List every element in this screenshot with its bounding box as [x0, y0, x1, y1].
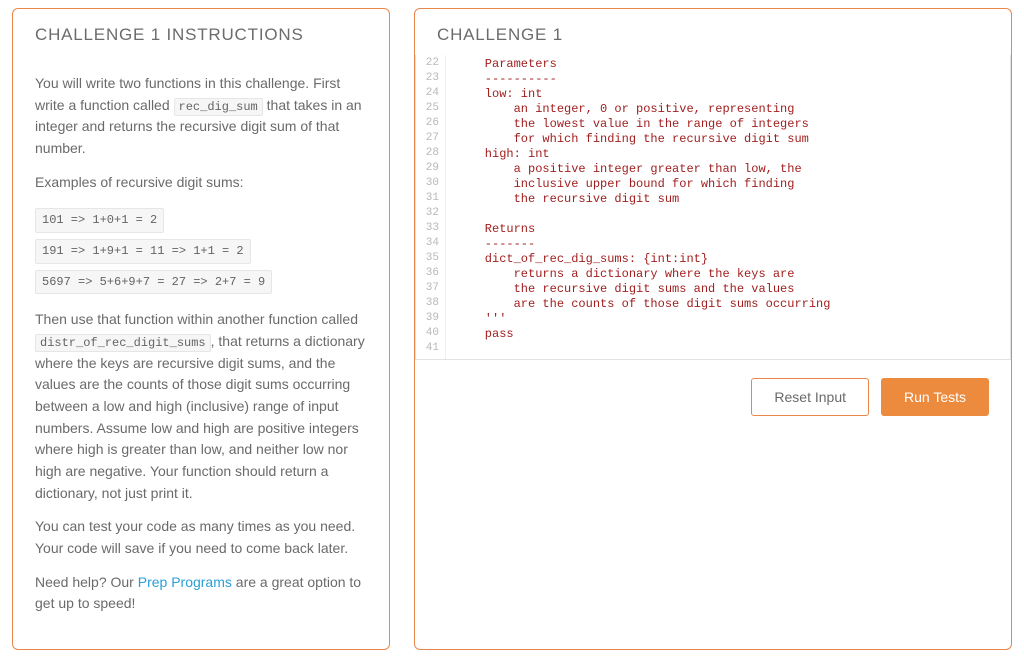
examples-block: 101 => 1+0+1 = 2 191 => 1+9+1 = 11 => 1+…	[35, 205, 367, 297]
code-line[interactable]: are the counts of those digit sums occur…	[456, 297, 1010, 312]
challenge-panel: CHALLENGE 1 2223242526272829303132333435…	[414, 8, 1012, 650]
line-number: 27	[420, 132, 439, 147]
code-line[interactable]: returns a dictionary where the keys are	[456, 267, 1010, 282]
prep-programs-link[interactable]: Prep Programs	[138, 574, 232, 590]
code-line[interactable]	[456, 342, 1010, 357]
line-number: 28	[420, 147, 439, 162]
code-line[interactable]: for which finding the recursive digit su…	[456, 132, 1010, 147]
code-line[interactable]: inclusive upper bound for which finding	[456, 177, 1010, 192]
example-line: 191 => 1+9+1 = 11 => 1+1 = 2	[35, 239, 251, 264]
line-number: 32	[420, 207, 439, 222]
line-number: 26	[420, 117, 439, 132]
inline-code-rec-dig-sum: rec_dig_sum	[174, 98, 263, 116]
line-number: 35	[420, 252, 439, 267]
line-number: 38	[420, 297, 439, 312]
code-editor[interactable]: 2223242526272829303132333435363738394041…	[416, 55, 1010, 359]
code-line[interactable]: '''	[456, 312, 1010, 327]
para2-text-b: , that returns a dictionary where the ke…	[35, 333, 365, 501]
line-number: 40	[420, 327, 439, 342]
code-line[interactable]: an integer, 0 or positive, representing	[456, 102, 1010, 117]
run-tests-button[interactable]: Run Tests	[881, 378, 989, 416]
code-line[interactable]: -------	[456, 237, 1010, 252]
code-line[interactable]: Parameters	[456, 57, 1010, 72]
line-number: 22	[420, 57, 439, 72]
line-number: 29	[420, 162, 439, 177]
line-number: 23	[420, 72, 439, 87]
code-line[interactable]: dict_of_rec_dig_sums: {int:int}	[456, 252, 1010, 267]
code-line[interactable]: pass	[456, 327, 1010, 342]
reset-input-button[interactable]: Reset Input	[751, 378, 869, 416]
line-number: 30	[420, 177, 439, 192]
instructions-title: CHALLENGE 1 INSTRUCTIONS	[13, 9, 389, 55]
line-number: 34	[420, 237, 439, 252]
examples-label: Examples of recursive digit sums:	[35, 172, 367, 194]
line-gutter: 2223242526272829303132333435363738394041	[416, 55, 446, 359]
code-line[interactable]: high: int	[456, 147, 1010, 162]
line-number: 31	[420, 192, 439, 207]
code-line[interactable]: ----------	[456, 72, 1010, 87]
para2: Then use that function within another fu…	[35, 309, 367, 504]
line-number: 39	[420, 312, 439, 327]
actions-bar: Reset Input Run Tests	[415, 360, 1011, 438]
instructions-body: You will write two functions in this cha…	[13, 55, 389, 649]
line-number: 36	[420, 267, 439, 282]
code-line[interactable]	[456, 207, 1010, 222]
line-number: 37	[420, 282, 439, 297]
code-line[interactable]: the recursive digit sum	[456, 192, 1010, 207]
line-number: 33	[420, 222, 439, 237]
line-number: 25	[420, 102, 439, 117]
code-line[interactable]: Returns	[456, 222, 1010, 237]
para2-text-a: Then use that function within another fu…	[35, 311, 358, 327]
para4-text-a: Need help? Our	[35, 574, 138, 590]
line-number: 24	[420, 87, 439, 102]
example-line: 101 => 1+0+1 = 2	[35, 208, 164, 233]
example-line: 5697 => 5+6+9+7 = 27 => 2+7 = 9	[35, 270, 272, 295]
inline-code-distr: distr_of_rec_digit_sums	[35, 334, 211, 352]
page-container: CHALLENGE 1 INSTRUCTIONS You will write …	[12, 8, 1012, 650]
code-line[interactable]: a positive integer greater than low, the	[456, 162, 1010, 177]
code-line[interactable]: the lowest value in the range of integer…	[456, 117, 1010, 132]
intro-paragraph: You will write two functions in this cha…	[35, 73, 367, 160]
para4: Need help? Our Prep Programs are a great…	[35, 572, 367, 615]
code-area[interactable]: Parameters ---------- low: int an intege…	[446, 55, 1010, 359]
code-line[interactable]: the recursive digit sums and the values	[456, 282, 1010, 297]
code-editor-wrap: 2223242526272829303132333435363738394041…	[415, 55, 1011, 360]
para3: You can test your code as many times as …	[35, 516, 367, 559]
instructions-panel: CHALLENGE 1 INSTRUCTIONS You will write …	[12, 8, 390, 650]
code-line[interactable]: low: int	[456, 87, 1010, 102]
challenge-title: CHALLENGE 1	[415, 9, 1011, 55]
line-number: 41	[420, 342, 439, 357]
